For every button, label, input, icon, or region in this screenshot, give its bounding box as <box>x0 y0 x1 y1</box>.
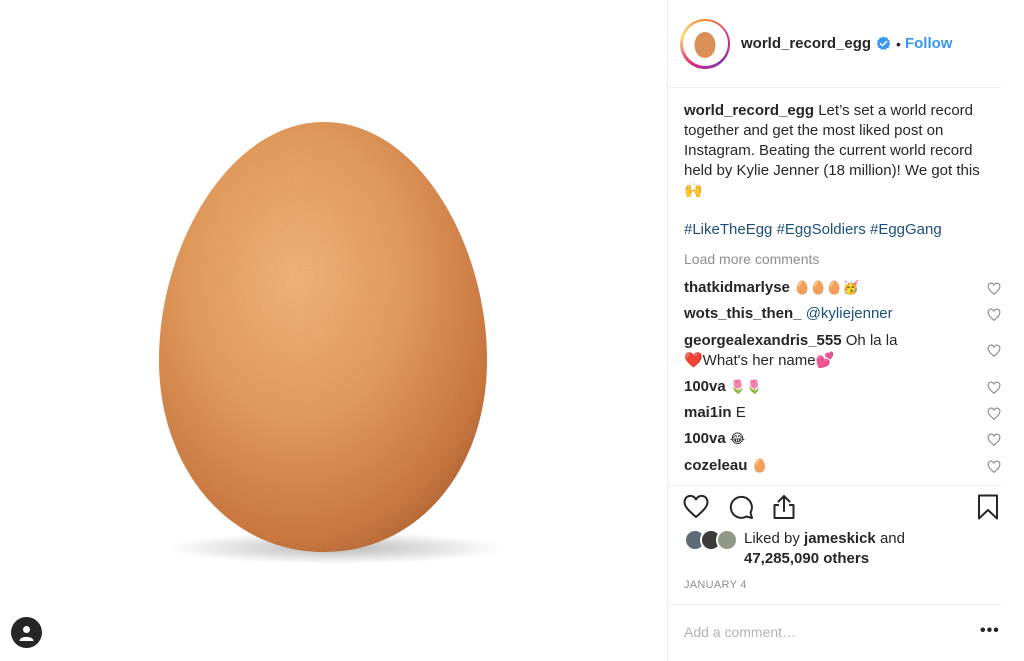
comment-item: cozeleau 🥚 <box>684 456 994 477</box>
comment-username[interactable]: thatkidmarlyse <box>684 279 790 296</box>
comment-mention[interactable]: @kyliejenner <box>806 305 893 322</box>
comment-username[interactable]: 100va <box>684 378 726 395</box>
heart-icon[interactable] <box>682 493 710 521</box>
liker-avatar[interactable] <box>716 529 738 551</box>
comment-username[interactable]: georgealexandris_555 <box>684 332 842 349</box>
comment-heart-icon[interactable] <box>987 433 1001 447</box>
header-separator: • <box>896 35 901 52</box>
comment-text: E <box>735 404 746 421</box>
likes-count-link[interactable]: 47,285,090 others <box>744 550 869 567</box>
comment-text: 😂 <box>729 432 746 447</box>
bookmark-icon[interactable] <box>974 493 1002 521</box>
profile-icon <box>19 625 34 641</box>
comment-username[interactable]: mai1in <box>684 404 732 421</box>
divider <box>668 485 1001 486</box>
likes-summary: Liked by jameskick and 47,285,090 others <box>684 529 905 569</box>
comment-item: thatkidmarlyse 🥚🥚🥚🥳 <box>684 278 994 299</box>
comment-item: 100va 😂 <box>684 429 994 450</box>
comment-text: 🥚 <box>751 459 768 474</box>
egg-photo <box>159 122 505 564</box>
comment-text: 🌷🌷 <box>729 380 763 395</box>
verified-badge-icon <box>876 36 891 50</box>
hashtags: #LikeTheEgg #EggSoldiers #EggGang <box>684 221 942 238</box>
comment-heart-icon[interactable] <box>987 282 1001 296</box>
likes-and: and <box>879 530 905 547</box>
load-more-comments[interactable]: Load more comments <box>684 251 819 267</box>
caption-username[interactable]: world_record_egg <box>684 102 814 119</box>
comment-item: georgealexandris_555 Oh la la ❤️What's h… <box>684 331 904 371</box>
comment-heart-icon[interactable] <box>987 308 1001 322</box>
comment-username[interactable]: 100va <box>684 430 726 447</box>
post-date: JANUARY 4 <box>684 579 747 591</box>
hashtag-link[interactable]: #EggGang <box>870 221 942 238</box>
story-ring[interactable] <box>680 18 730 69</box>
header-username[interactable]: world_record_egg <box>741 35 871 52</box>
liked-by-user-link[interactable]: jameskick <box>804 530 876 547</box>
likes-prefix: Liked by <box>744 530 800 547</box>
hashtag-link[interactable]: #LikeTheEgg <box>684 221 772 238</box>
comment-username[interactable]: wots_this_then_ <box>684 305 802 322</box>
post-sidebar: world_record_egg • Follow world_record_e… <box>667 0 1024 661</box>
post-header: world_record_egg • Follow <box>668 0 1001 88</box>
comment-heart-icon[interactable] <box>987 344 1001 358</box>
comment-input[interactable] <box>684 621 954 643</box>
comment-text: 🥚🥚🥚🥳 <box>794 281 859 296</box>
divider <box>668 604 1001 605</box>
comment-item: 100va 🌷🌷 <box>684 377 994 398</box>
comment-username[interactable]: cozeleau <box>684 457 747 474</box>
more-options-button[interactable]: ••• <box>980 622 1000 640</box>
share-icon[interactable] <box>770 493 798 521</box>
comment-item: wots_this_then_ @kyliejenner <box>684 304 994 324</box>
hashtag-link[interactable]: #EggSoldiers <box>777 221 866 238</box>
comment-heart-icon[interactable] <box>987 407 1001 421</box>
caption: world_record_egg Let’s set a world recor… <box>684 101 999 201</box>
profile-button[interactable] <box>11 617 42 648</box>
likes-text: Liked by jameskick and 47,285,090 others <box>744 529 905 569</box>
comment-item: mai1in E <box>684 403 994 423</box>
post-image[interactable] <box>0 0 667 661</box>
avatar <box>682 21 728 66</box>
comment-heart-icon[interactable] <box>987 460 1001 474</box>
comment-icon[interactable] <box>727 493 755 521</box>
comment-heart-icon[interactable] <box>987 381 1001 395</box>
egg-avatar-icon <box>694 31 716 58</box>
follow-button[interactable]: Follow <box>905 35 953 52</box>
